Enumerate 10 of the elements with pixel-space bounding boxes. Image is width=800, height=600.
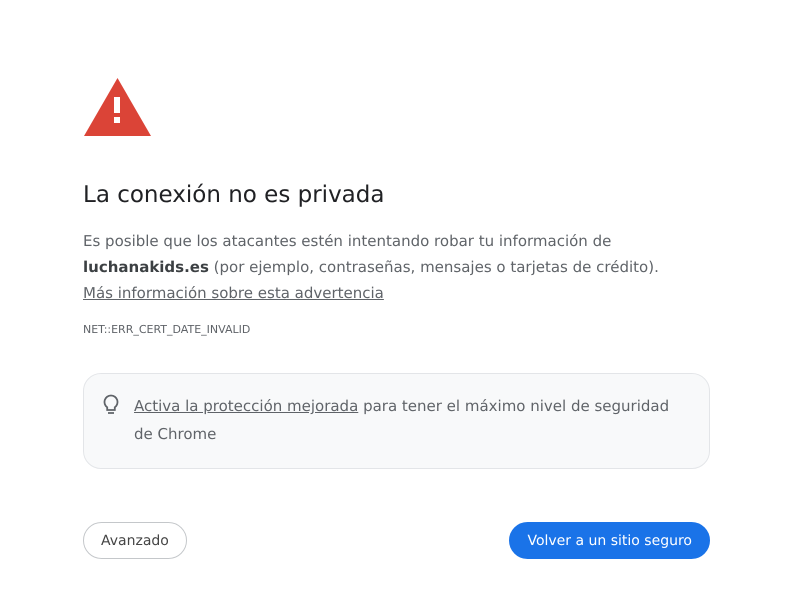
warning-icon [83, 77, 152, 137]
learn-more-link[interactable]: Más información sobre esta advertencia [83, 284, 384, 302]
page-heading: La conexión no es privada [83, 181, 386, 210]
tip-text: Activa la protección mejorada para tener el máximo nivel de seguridad de Chrome [134, 396, 670, 445]
enhanced-protection-link[interactable]: Activa la protección mejorada [134, 397, 358, 415]
back-to-safety-button[interactable]: Volver a un sitio seguro [509, 522, 710, 559]
error-code: NET::ERR_CERT_DATE_INVALID [83, 323, 252, 336]
warning-description: Es posible que los atacantes estén intentando robar tu información de luchanakids.es (por ejemplo, contraseñas, mensajes o tarjetas de crédito). Más información sobre esta advertencia [83, 231, 660, 304]
lightbulb-icon [102, 394, 120, 416]
advanced-button[interactable]: Avanzado [83, 522, 187, 559]
